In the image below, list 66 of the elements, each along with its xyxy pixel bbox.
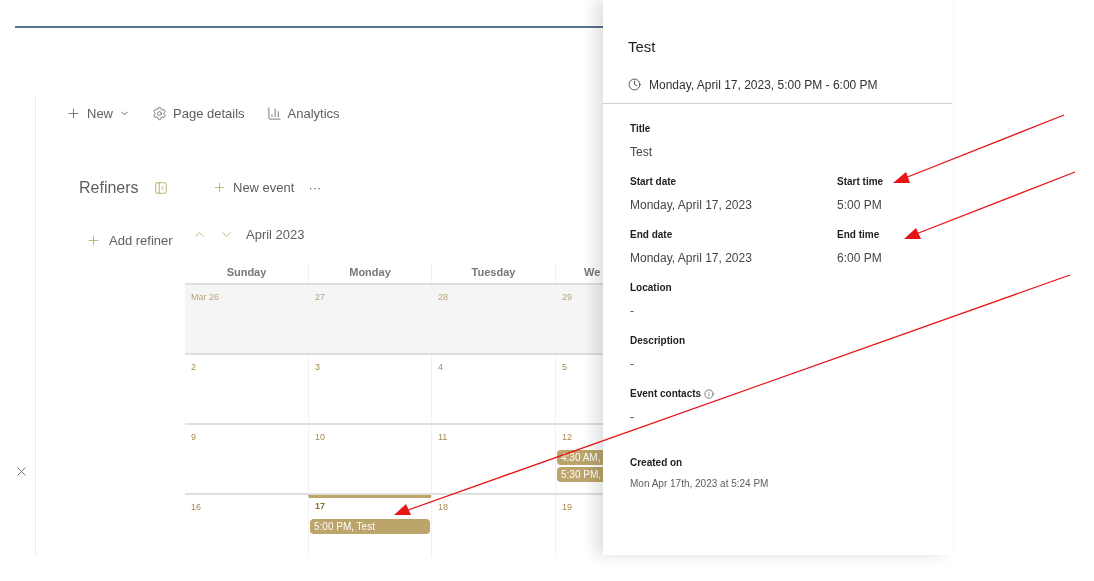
field-label: Start time — [837, 175, 884, 189]
day-number: 3 — [315, 360, 321, 374]
plus-icon — [66, 106, 81, 122]
day-number: Mar 26 — [191, 290, 220, 304]
field-value: 6:00 PM — [837, 249, 883, 264]
field-value: - — [630, 302, 635, 317]
toolbar-button[interactable]: Page details — [152, 104, 245, 124]
settings-icon — [152, 106, 167, 122]
month-label: April 2023 — [246, 225, 305, 244]
day-number: 4 — [438, 360, 444, 374]
day-number: 17 — [315, 499, 326, 513]
event-chip[interactable]: 4:30 AM, — [557, 450, 603, 465]
toolbar-button[interactable]: New — [66, 104, 130, 124]
day-number: 12 — [562, 430, 573, 444]
add-refiner-button[interactable]: Add refiner — [86, 230, 185, 250]
event-chip[interactable]: 5:30 PM, — [557, 467, 603, 482]
day-number: 2 — [191, 360, 197, 374]
day-number: 16 — [191, 500, 202, 514]
field-value: - — [630, 355, 635, 370]
field-value: - — [630, 408, 635, 423]
panel-title: Test — [628, 37, 657, 57]
weekday-header: Tuesday — [471, 264, 516, 280]
day-cell[interactable]: 28 — [431, 284, 555, 353]
toolbar-button[interactable]: Analytics — [266, 104, 340, 124]
event-time-range: Monday, April 17, 2023, 5:00 PM - 6:00 PM — [649, 76, 878, 94]
new-event-button[interactable]: New event — [212, 177, 295, 198]
field-label: Description — [630, 334, 685, 348]
day-number: 5 — [562, 360, 568, 374]
weekday-header: Sunday — [226, 264, 267, 280]
chart-icon — [266, 106, 282, 122]
clock-icon — [628, 78, 641, 91]
plus-icon — [86, 232, 101, 248]
field-value: Monday, April 17, 2023 — [630, 196, 753, 211]
day-number: 11 — [438, 430, 449, 444]
more-button[interactable]: ··· — [308, 177, 322, 198]
day-cell[interactable]: 17 5:00 PM, Test — [308, 494, 431, 557]
day-number: 29 — [562, 290, 573, 304]
day-cell[interactable]: Mar 26 — [185, 284, 308, 353]
panel-toggle-icon[interactable] — [153, 180, 168, 195]
day-number: 28 — [438, 290, 449, 304]
field-value: 5:00 PM — [837, 196, 883, 211]
refiners-heading: Refiners — [79, 177, 139, 198]
info-icon[interactable] — [704, 388, 715, 399]
plus-icon — [212, 180, 227, 195]
day-number: 27 — [315, 290, 326, 304]
event-chip[interactable]: 5:00 PM, Test — [310, 519, 430, 534]
day-cell[interactable]: 29 — [555, 284, 603, 353]
field-label: End date — [630, 228, 673, 242]
day-cell[interactable]: 12 4:30 AM, 5:30 PM, — [555, 424, 603, 493]
day-number: 10 — [315, 430, 326, 444]
field-label: Event contacts — [630, 387, 702, 401]
field-label: End time — [837, 228, 880, 242]
day-number: 18 — [438, 500, 449, 514]
field-label: Created on — [630, 455, 684, 470]
field-value: Test — [630, 143, 653, 158]
weekday-header: Monday — [349, 264, 391, 280]
field-value: Monday, April 17, 2023 — [630, 249, 753, 264]
field-label: Title — [630, 122, 651, 136]
weekday-header: We — [584, 264, 601, 280]
field-label: Start date — [630, 175, 677, 189]
day-number: 19 — [562, 500, 573, 514]
field-label: Location — [630, 281, 672, 295]
day-cell[interactable]: 27 — [308, 284, 431, 353]
day-number: 9 — [191, 430, 197, 444]
field-value: Mon Apr 17th, 2023 at 5:24 PM — [630, 476, 770, 491]
close-button[interactable] — [14, 464, 29, 479]
